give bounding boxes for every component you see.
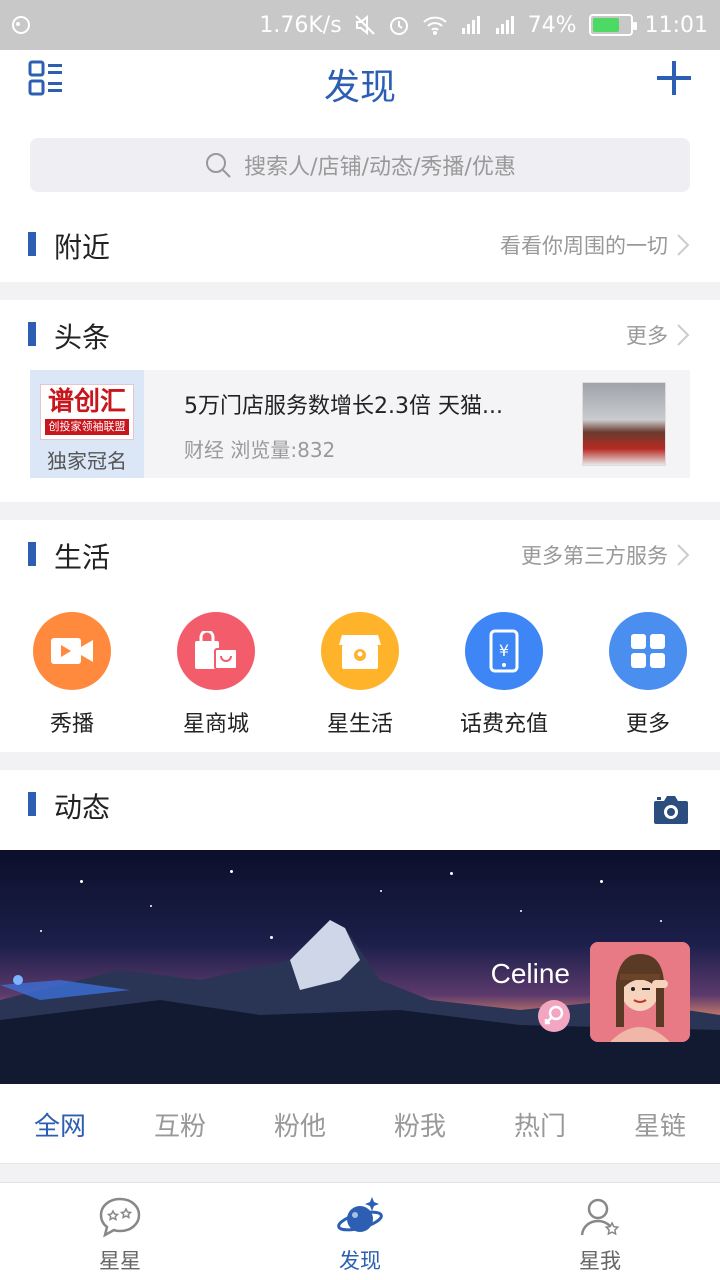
section-title: 生活	[54, 541, 111, 574]
section-title: 头条	[54, 321, 111, 354]
profile-banner[interactable]: Celine	[0, 850, 720, 1084]
sponsor-badge: 谱创汇 创投家领袖联盟 独家冠名	[30, 370, 144, 478]
avatar[interactable]	[590, 942, 690, 1042]
life-section: 生活 更多第三方服务 秀播 星商城 星生活 ¥ 话费充值 更多	[0, 520, 720, 752]
headline-meta: 财经 浏览量:832	[184, 438, 336, 462]
chevron-right-icon	[677, 234, 690, 256]
app-header: 发现	[0, 50, 720, 114]
service-item-recharge[interactable]: ¥ 话费充值	[432, 612, 576, 738]
mute-icon	[354, 14, 375, 36]
female-icon	[538, 1000, 570, 1032]
feed-section: 动态	[0, 770, 720, 850]
notification-icon	[12, 16, 30, 34]
page-title: 发现	[323, 67, 396, 108]
section-more-link[interactable]: 更多第三方服务	[521, 540, 690, 570]
feed-tabs: 全网 互粉 粉他 粉我 热门 星链	[0, 1084, 720, 1164]
service-label: 话费充值	[459, 712, 548, 737]
tab-hot[interactable]: 热门	[480, 1106, 600, 1143]
planet-icon	[337, 1197, 383, 1232]
store-icon	[321, 612, 399, 690]
battery-percent: 74%	[527, 12, 577, 38]
user-icon	[580, 1198, 620, 1236]
alarm-icon	[389, 17, 408, 35]
tab-all[interactable]: 全网	[0, 1106, 120, 1143]
battery-icon	[588, 14, 637, 36]
more-text: 更多	[626, 324, 668, 348]
tab-mutual[interactable]: 互粉	[120, 1106, 240, 1143]
service-label: 秀播	[49, 712, 94, 737]
section-marker	[28, 792, 36, 816]
add-icon[interactable]	[654, 58, 694, 98]
headline-thumbnail	[582, 382, 666, 466]
more-text: 更多第三方服务	[521, 544, 668, 568]
nav-me[interactable]: 星我	[480, 1195, 720, 1275]
search-area: 搜索人/店铺/动态/秀播/优惠	[0, 114, 720, 210]
section-marker	[28, 322, 36, 346]
nav-label: 星我	[579, 1249, 621, 1273]
tab-followers[interactable]: 粉我	[360, 1106, 480, 1143]
section-marker	[28, 542, 36, 566]
service-item-show[interactable]: 秀播	[0, 612, 144, 738]
search-placeholder: 搜索人/店铺/动态/秀播/优惠	[244, 155, 516, 180]
section-title: 动态	[54, 791, 111, 824]
service-label: 星生活	[326, 712, 393, 737]
section-more-link[interactable]: 更多	[626, 320, 690, 350]
bottom-navigation: 星星 发现 星我	[0, 1182, 720, 1280]
wifi-icon	[423, 16, 447, 35]
tab-star-chain[interactable]: 星链	[600, 1106, 720, 1143]
headline-title: 5万门店服务数增长2.3倍 天猫...	[184, 394, 503, 419]
more-text: 看看你周围的一切	[500, 234, 668, 258]
section-marker	[28, 232, 36, 256]
sponsor-caption: 独家冠名	[47, 449, 127, 473]
search-icon	[206, 153, 231, 178]
search-input[interactable]: 搜索人/店铺/动态/秀播/优惠	[30, 138, 690, 192]
tab-following[interactable]: 粉他	[240, 1106, 360, 1143]
clock: 11:01	[644, 12, 708, 38]
headline-card[interactable]: 谱创汇 创投家领袖联盟 独家冠名 5万门店服务数增长2.3倍 天猫... 财经 …	[30, 370, 690, 478]
service-label: 星商城	[182, 712, 249, 737]
signal-icon	[461, 16, 480, 34]
service-label: 更多	[625, 712, 670, 737]
section-more-link[interactable]: 看看你周围的一切	[500, 230, 690, 260]
chevron-right-icon	[677, 544, 690, 566]
service-item-life[interactable]: 星生活	[288, 612, 432, 738]
service-item-mall[interactable]: 星商城	[144, 612, 288, 738]
service-item-more[interactable]: 更多	[576, 612, 720, 738]
nav-stars[interactable]: 星星	[0, 1195, 240, 1275]
sponsor-logo-subtext: 创投家领袖联盟	[45, 419, 129, 435]
nav-label: 星星	[99, 1249, 141, 1273]
sponsor-logo-text: 谱创汇	[47, 387, 126, 417]
chevron-right-icon	[677, 324, 690, 346]
sponsor-logo: 谱创汇 创投家领袖联盟	[40, 384, 134, 440]
headlines-section: 头条 更多 谱创汇 创投家领袖联盟 独家冠名 5万门店服务数增长2.3倍 天猫.…	[0, 300, 720, 502]
phone-recharge-icon: ¥	[465, 612, 543, 690]
nearby-section[interactable]: 附近 看看你周围的一切	[0, 210, 720, 282]
grid-icon	[609, 612, 687, 690]
nav-discover[interactable]: 发现	[240, 1195, 480, 1275]
chat-bubble-icon	[99, 1197, 141, 1238]
profile-username: Celine	[490, 958, 570, 989]
signal-icon-2	[495, 16, 514, 34]
nav-label: 发现	[339, 1249, 381, 1273]
camera-icon[interactable]	[652, 794, 690, 826]
status-bar: 1.76K/s 74% 11:01	[0, 0, 720, 50]
svg-text:¥: ¥	[499, 641, 509, 660]
service-grid: 秀播 星商城 星生活 ¥ 话费充值 更多	[0, 612, 720, 752]
network-speed: 1.76K/s	[259, 12, 342, 38]
video-icon	[33, 612, 111, 690]
section-title: 附近	[54, 231, 111, 264]
shopping-bag-icon	[177, 612, 255, 690]
